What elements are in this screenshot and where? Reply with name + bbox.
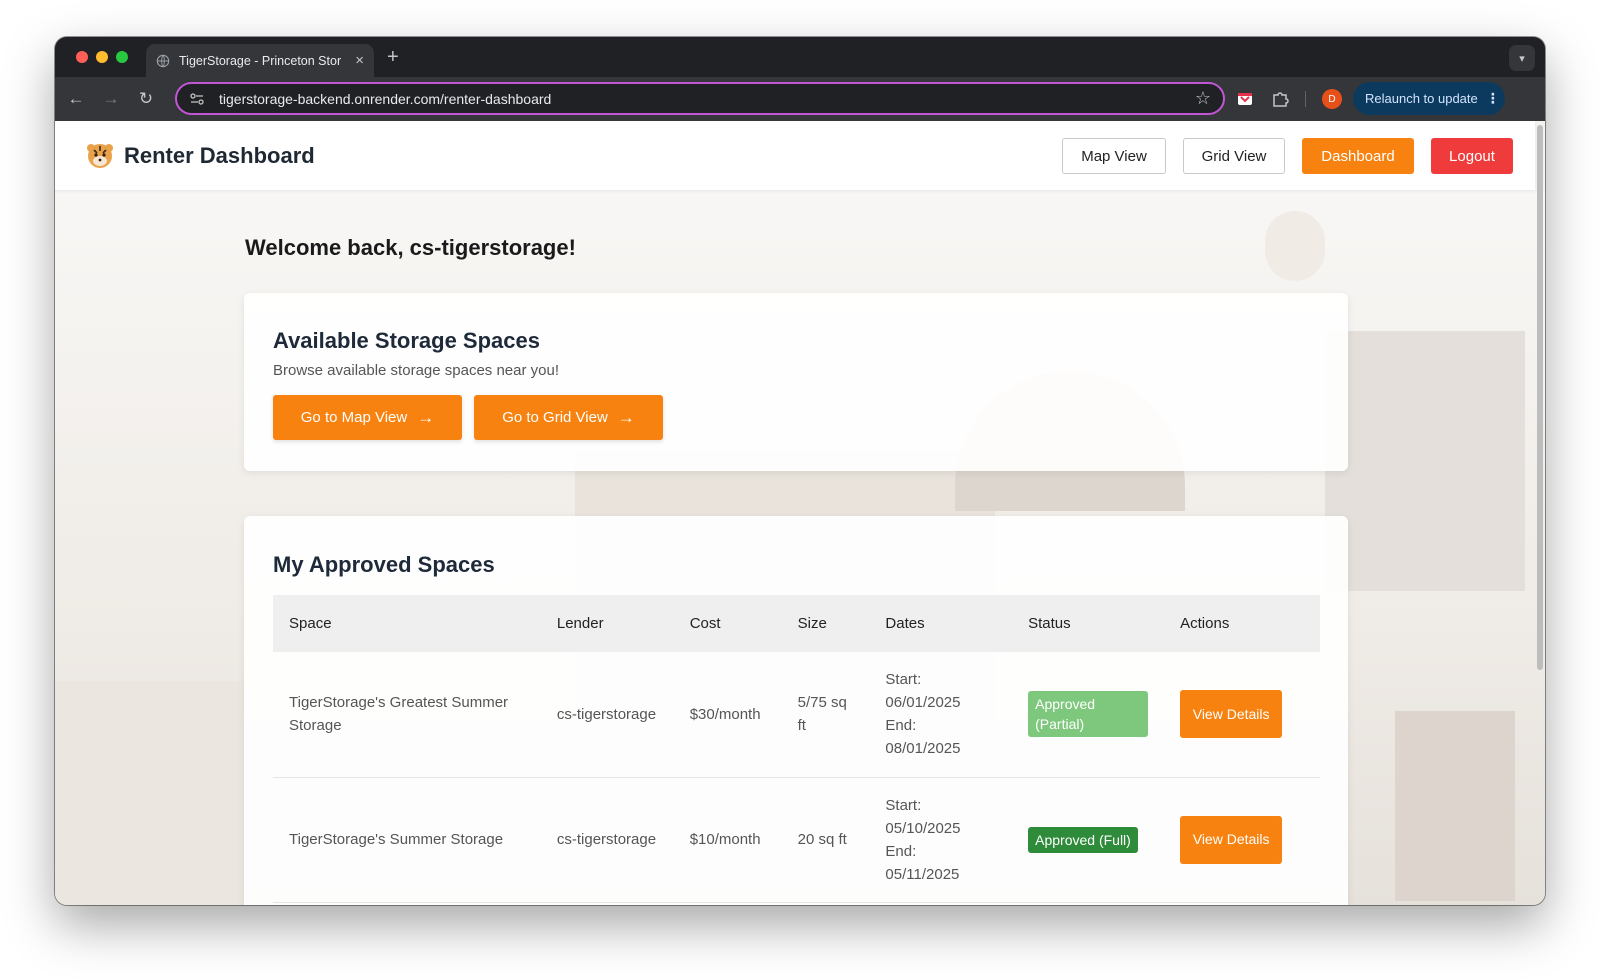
arrow-right-icon: → bbox=[617, 407, 635, 427]
table-header-row: Space Lender Cost Size Dates Status Acti… bbox=[273, 595, 1320, 652]
reload-icon[interactable]: ↻ bbox=[135, 88, 157, 110]
browser-tab[interactable]: TigerStorage - Princeton Stor × bbox=[146, 44, 374, 77]
logout-button[interactable]: Logout bbox=[1431, 138, 1513, 174]
end-label: End: bbox=[885, 842, 917, 860]
browser-window: TigerStorage - Princeton Stor × + ▾ ← → … bbox=[55, 37, 1545, 905]
relaunch-button[interactable]: Relaunch to update ⋮ bbox=[1353, 82, 1505, 115]
actions-cell: View Details bbox=[1164, 777, 1320, 903]
arrow-right-icon: → bbox=[417, 407, 435, 427]
new-tab-button[interactable]: + bbox=[387, 46, 399, 69]
back-arrow-icon[interactable]: ← bbox=[65, 88, 87, 110]
dashboard-button[interactable]: Dashboard bbox=[1302, 138, 1414, 174]
start-label: Start: bbox=[885, 796, 922, 814]
go-to-grid-view-label: Go to Grid View bbox=[502, 409, 608, 426]
go-to-grid-view-button[interactable]: Go to Grid View → bbox=[474, 395, 663, 440]
more-menu-icon[interactable]: ⋮ bbox=[1486, 90, 1500, 107]
go-to-map-view-button[interactable]: Go to Map View → bbox=[273, 395, 462, 440]
close-window-button[interactable] bbox=[76, 51, 88, 63]
available-spaces-card: Available Storage Spaces Browse availabl… bbox=[244, 293, 1348, 471]
status-cell: Approved (Partial) bbox=[1012, 652, 1165, 778]
approved-spaces-card: My Approved Spaces Space Lender Cost Siz… bbox=[244, 516, 1348, 905]
column-header-space: Space bbox=[289, 615, 332, 632]
status-badge: Approved (Partial) bbox=[1028, 691, 1149, 738]
toolbar-divider bbox=[1305, 91, 1306, 107]
status-cell: Approved (Full) bbox=[1012, 777, 1165, 903]
cost-cell: $10/month bbox=[673, 777, 782, 903]
go-to-map-view-label: Go to Map View bbox=[300, 409, 408, 426]
column-header-size: Size bbox=[797, 615, 827, 632]
grid-view-button[interactable]: Grid View bbox=[1183, 138, 1285, 174]
view-details-button[interactable]: View Details bbox=[1180, 815, 1283, 864]
extensions-puzzle-icon[interactable] bbox=[1270, 89, 1290, 109]
size-cell: 5/75 sq ft bbox=[781, 652, 870, 778]
size-cell: 20 sq ft bbox=[781, 777, 870, 903]
tiger-logo-icon bbox=[87, 144, 113, 168]
profile-avatar[interactable]: D bbox=[1322, 89, 1342, 109]
cost-cell: $30/month bbox=[673, 652, 782, 778]
end-date: 05/11/2025 bbox=[885, 865, 960, 883]
lender-cell: cs-tigerstorage bbox=[540, 652, 674, 778]
dates-cell: Start: 05/10/2025 End: 05/11/2025 bbox=[869, 777, 1013, 903]
end-date: 08/01/2025 bbox=[885, 740, 961, 758]
available-spaces-subtitle: Browse available storage spaces near you… bbox=[273, 362, 559, 379]
status-badge: Approved (Full) bbox=[1028, 826, 1138, 853]
forward-arrow-icon[interactable]: → bbox=[100, 88, 122, 110]
table-row: TigerStorage's Greatest Summer Storage c… bbox=[273, 652, 1320, 778]
start-date: 06/01/2025 bbox=[885, 694, 961, 712]
app-header: Renter Dashboard Map View Grid View Dash… bbox=[55, 121, 1535, 191]
table-row: TigerStorage's Summer Storage cs-tigerst… bbox=[273, 777, 1320, 903]
actions-cell: View Details bbox=[1164, 652, 1320, 778]
maximize-window-button[interactable] bbox=[116, 51, 128, 63]
end-label: End: bbox=[885, 717, 917, 735]
tab-title: TigerStorage - Princeton Stor bbox=[179, 53, 342, 68]
dates-cell: Start: 06/01/2025 End: 08/01/2025 bbox=[869, 652, 1013, 778]
pocket-extension-icon[interactable] bbox=[1235, 89, 1255, 109]
approved-spaces-table: Space Lender Cost Size Dates Status Acti… bbox=[273, 595, 1320, 903]
start-label: Start: bbox=[885, 671, 922, 689]
chevron-down-icon[interactable]: ▾ bbox=[1509, 45, 1535, 71]
minimize-window-button[interactable] bbox=[96, 51, 108, 63]
url-input[interactable] bbox=[219, 90, 1195, 107]
relaunch-label: Relaunch to update bbox=[1365, 91, 1478, 106]
browser-toolbar: ← → ↻ ☆ D Relaunch to update ⋮ bbox=[55, 77, 1545, 121]
available-spaces-title: Available Storage Spaces bbox=[273, 328, 540, 353]
page-title: Renter Dashboard bbox=[124, 143, 315, 168]
view-details-button[interactable]: View Details bbox=[1180, 690, 1283, 739]
column-header-actions: Actions bbox=[1180, 615, 1230, 632]
site-settings-icon[interactable] bbox=[189, 91, 205, 107]
column-header-lender: Lender bbox=[556, 615, 604, 632]
column-header-cost: Cost bbox=[689, 615, 721, 632]
address-bar[interactable]: ☆ bbox=[175, 82, 1225, 115]
map-view-button[interactable]: Map View bbox=[1062, 138, 1166, 174]
approved-spaces-title: My Approved Spaces bbox=[273, 552, 495, 577]
close-icon[interactable]: × bbox=[355, 52, 364, 69]
lender-cell: cs-tigerstorage bbox=[540, 777, 674, 903]
globe-icon bbox=[156, 54, 170, 67]
welcome-heading: Welcome back, cs-tigerstorage! bbox=[245, 235, 576, 260]
space-cell: TigerStorage's Greatest Summer Storage bbox=[273, 652, 541, 778]
page-viewport: Renter Dashboard Map View Grid View Dash… bbox=[55, 121, 1545, 905]
start-date: 05/10/2025 bbox=[885, 819, 961, 837]
column-header-status: Status bbox=[1028, 615, 1071, 632]
tab-strip: TigerStorage - Princeton Stor × + ▾ bbox=[55, 37, 1545, 77]
space-cell: TigerStorage's Summer Storage bbox=[273, 777, 541, 903]
page-scrollbar[interactable] bbox=[1537, 125, 1543, 670]
column-header-dates: Dates bbox=[885, 615, 925, 632]
bookmark-star-icon[interactable]: ☆ bbox=[1195, 88, 1211, 109]
